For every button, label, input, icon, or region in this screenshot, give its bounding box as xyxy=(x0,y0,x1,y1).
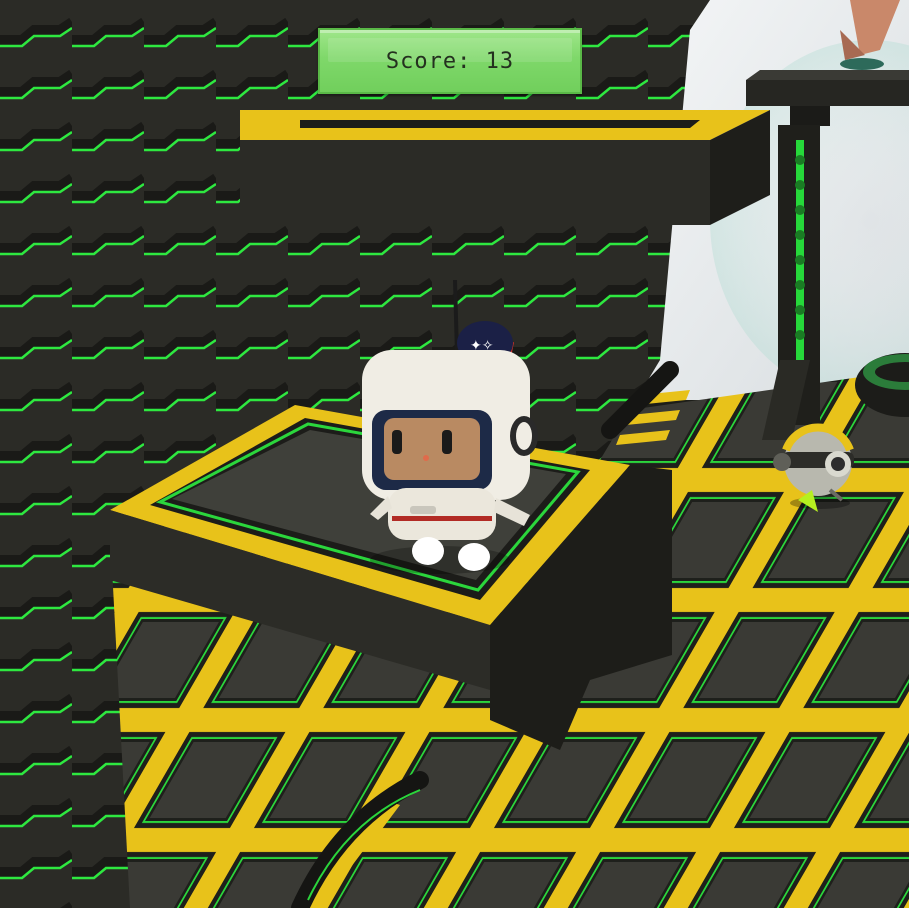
game-scene: ✦✧ xyxy=(0,0,909,908)
score-label: Score: xyxy=(385,48,472,74)
score-display: Score: 13 xyxy=(318,28,582,94)
upper-ledge xyxy=(240,110,770,225)
score-value: 13 xyxy=(485,48,515,74)
